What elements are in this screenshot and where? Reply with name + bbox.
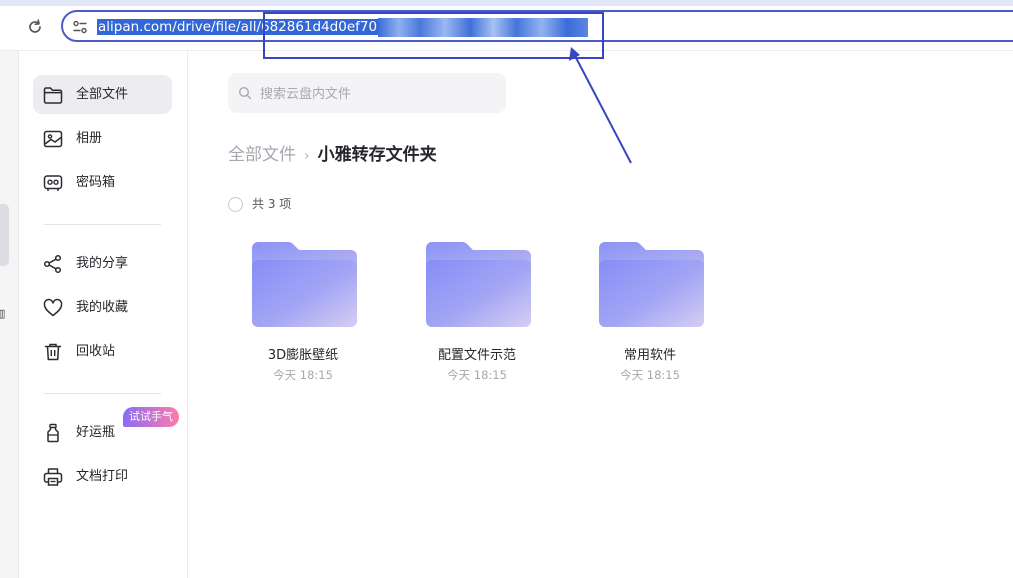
rail-toggle-handle[interactable] bbox=[0, 204, 9, 266]
file-name[interactable]: 配置文件示范 bbox=[402, 344, 552, 363]
sidebar-item-photos[interactable]: 相册 bbox=[33, 119, 172, 158]
sidebar-item-label: 我的分享 bbox=[76, 256, 129, 271]
breadcrumb: 全部文件 › 小雅转存文件夹 bbox=[228, 142, 437, 168]
sidebar-divider bbox=[44, 224, 161, 225]
site-settings-icon[interactable] bbox=[72, 19, 88, 35]
breadcrumb-current-folder: 小雅转存文件夹 bbox=[317, 145, 437, 165]
search-icon bbox=[238, 86, 252, 100]
folder-icon bbox=[426, 242, 531, 327]
sidebar-item-label: 回收站 bbox=[76, 344, 116, 359]
forward-arrow-icon[interactable]: › bbox=[0, 19, 10, 35]
sidebar-item-favorites[interactable]: 我的收藏 bbox=[33, 288, 172, 327]
reload-icon[interactable] bbox=[25, 17, 45, 37]
sidebar-item-label: 文档打印 bbox=[76, 469, 129, 484]
breadcrumb-separator: › bbox=[304, 148, 310, 164]
heart-icon bbox=[43, 298, 63, 317]
app-left-rail: ▥ bbox=[0, 51, 19, 578]
sidebar-item-label: 相册 bbox=[76, 131, 103, 146]
folder-card[interactable]: 3D膨胀壁纸 今天 18:15 bbox=[228, 232, 378, 392]
search-box[interactable] bbox=[228, 73, 506, 115]
bottle-icon bbox=[47, 423, 59, 443]
file-name[interactable]: 常用软件 bbox=[575, 344, 725, 363]
sidebar-item-safe-box[interactable]: 密码箱 bbox=[33, 163, 172, 202]
folder-icon bbox=[252, 242, 357, 327]
item-count: 共 3 项 bbox=[252, 197, 292, 211]
select-all-checkbox[interactable] bbox=[228, 197, 243, 212]
sidebar-item-all-files[interactable]: 全部文件 bbox=[33, 75, 172, 114]
folder-card[interactable]: 常用软件 今天 18:15 bbox=[575, 232, 725, 392]
file-modified-time: 今天 18:15 bbox=[620, 368, 680, 382]
sidebar-item-label: 全部文件 bbox=[76, 87, 129, 102]
sidebar-item-document-print[interactable]: 文档打印 bbox=[33, 457, 172, 496]
sidebar-item-my-shares[interactable]: 我的分享 bbox=[33, 244, 172, 283]
file-modified-time: 今天 18:15 bbox=[447, 368, 507, 382]
breadcrumb-root-link[interactable]: 全部文件 bbox=[228, 145, 296, 165]
search-input[interactable] bbox=[258, 73, 502, 115]
rail-glyph-icon: ▥ bbox=[0, 307, 6, 320]
sidebar-item-label: 好运瓶 bbox=[76, 425, 116, 440]
share-icon bbox=[43, 254, 62, 274]
folder-icon bbox=[599, 242, 704, 327]
folder-card[interactable]: 配置文件示范 今天 18:15 bbox=[402, 232, 552, 392]
printer-icon bbox=[43, 468, 63, 486]
sidebar: 全部文件 相册 密码箱 我的分享 我的收藏 回收站 好运瓶 试试手气 文档打印 bbox=[19, 51, 188, 578]
sidebar-divider bbox=[44, 393, 161, 394]
sidebar-item-recycle-bin[interactable]: 回收站 bbox=[33, 332, 172, 371]
sidebar-item-label: 我的收藏 bbox=[76, 300, 129, 315]
file-modified-time: 今天 18:15 bbox=[273, 368, 333, 382]
try-luck-badge[interactable]: 试试手气 bbox=[123, 407, 179, 427]
file-name[interactable]: 3D膨胀壁纸 bbox=[228, 344, 378, 363]
sidebar-item-label: 密码箱 bbox=[76, 175, 116, 190]
safe-box-icon bbox=[43, 175, 63, 191]
photo-album-icon bbox=[43, 130, 63, 148]
folder-icon bbox=[43, 87, 63, 104]
trash-icon bbox=[44, 343, 62, 361]
annotation-highlight-box bbox=[263, 12, 604, 59]
